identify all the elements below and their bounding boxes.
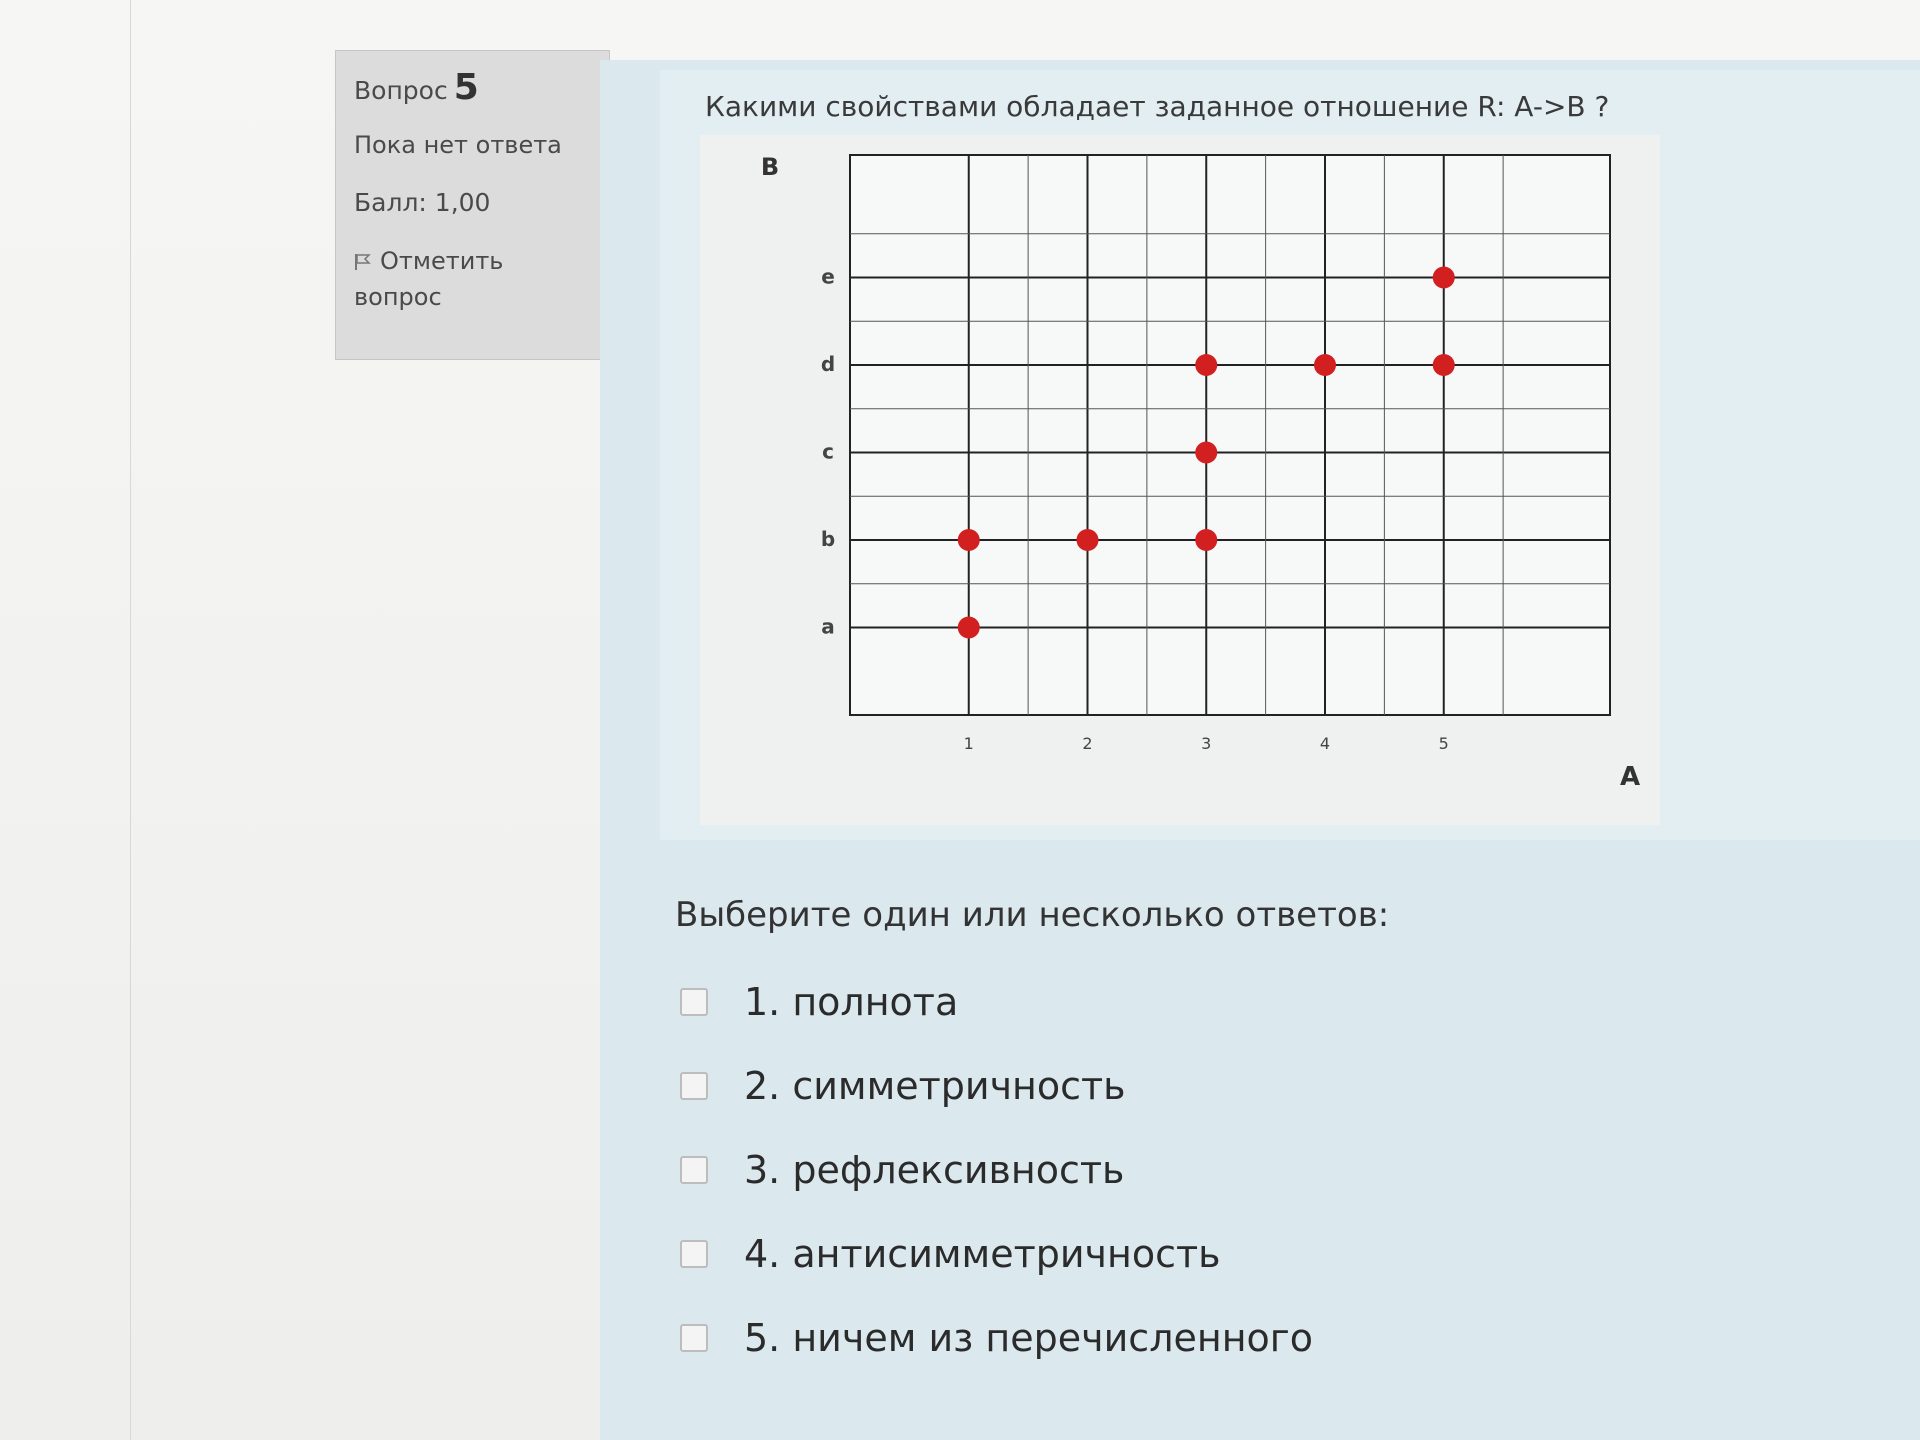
answer-option-4[interactable]: 4. антисимметричность bbox=[680, 1212, 1580, 1296]
relation-chart-svg: 1 2 3 4 5 a b c d e B A bbox=[761, 153, 1640, 792]
answer-label-3: 3. рефлексивность bbox=[744, 1148, 1125, 1192]
x-tick-label: 5 bbox=[1439, 734, 1449, 753]
x-tick-label: 2 bbox=[1082, 734, 1092, 753]
x-axis-label: A bbox=[1620, 762, 1640, 792]
relation-point bbox=[1314, 354, 1336, 376]
flag-question-label: Отметить вопрос bbox=[354, 247, 504, 311]
question-number-row: Вопрос 5 bbox=[354, 67, 591, 108]
relation-point bbox=[1432, 266, 1455, 289]
y-tick-label: a bbox=[821, 615, 835, 639]
y-tick-label: b bbox=[821, 527, 835, 551]
answer-option-3[interactable]: 3. рефлексивность bbox=[680, 1128, 1580, 1212]
question-label: Вопрос bbox=[354, 76, 448, 105]
question-number: 5 bbox=[453, 67, 479, 108]
flag-question-link[interactable]: Отметить вопрос bbox=[354, 243, 591, 315]
answer-checkbox-3[interactable] bbox=[680, 1156, 708, 1184]
answer-label-1: 1. полнота bbox=[744, 980, 959, 1024]
relation-point bbox=[1195, 529, 1218, 551]
answer-checkbox-5[interactable] bbox=[680, 1324, 708, 1352]
answer-option-5[interactable]: 5. ничем из перечисленного bbox=[680, 1296, 1580, 1380]
question-grade: Балл: 1,00 bbox=[354, 188, 491, 217]
answer-checkbox-4[interactable] bbox=[680, 1240, 708, 1268]
relation-point bbox=[1076, 529, 1099, 551]
relation-chart: 1 2 3 4 5 a b c d e B A bbox=[700, 135, 1660, 825]
answer-prompt: Выберите один или несколько ответов: bbox=[675, 895, 1390, 935]
relation-point bbox=[957, 616, 980, 639]
relation-point bbox=[1195, 441, 1218, 464]
answer-option-1[interactable]: 1. полнота bbox=[680, 960, 1580, 1044]
relation-point bbox=[1195, 354, 1218, 376]
y-axis-label: B bbox=[761, 153, 779, 181]
y-tick-label: e bbox=[821, 265, 835, 289]
relation-point bbox=[1432, 354, 1455, 376]
answer-label-5: 5. ничем из перечисленного bbox=[744, 1316, 1314, 1360]
y-tick-label: d bbox=[821, 352, 835, 376]
x-tick-label: 1 bbox=[964, 734, 974, 753]
answer-options: 1. полнота 2. симметричность 3. рефлекси… bbox=[680, 960, 1580, 1380]
flag-icon bbox=[355, 254, 371, 270]
answer-state: Пока нет ответа bbox=[354, 131, 562, 159]
answer-option-2[interactable]: 2. симметричность bbox=[680, 1044, 1580, 1128]
answer-checkbox-1[interactable] bbox=[680, 988, 708, 1016]
answer-checkbox-2[interactable] bbox=[680, 1072, 708, 1100]
answer-label-4: 4. антисимметричность bbox=[744, 1232, 1221, 1276]
question-text: Какими свойствами обладает заданное отно… bbox=[705, 90, 1610, 123]
y-tick-label: c bbox=[822, 440, 834, 464]
relation-point bbox=[957, 529, 980, 551]
x-tick-label: 3 bbox=[1201, 734, 1211, 753]
question-info-panel: Вопрос 5 Пока нет ответа Балл: 1,00 Отмет… bbox=[335, 50, 610, 360]
x-tick-label: 4 bbox=[1320, 734, 1330, 753]
answer-label-2: 2. симметричность bbox=[744, 1064, 1126, 1108]
